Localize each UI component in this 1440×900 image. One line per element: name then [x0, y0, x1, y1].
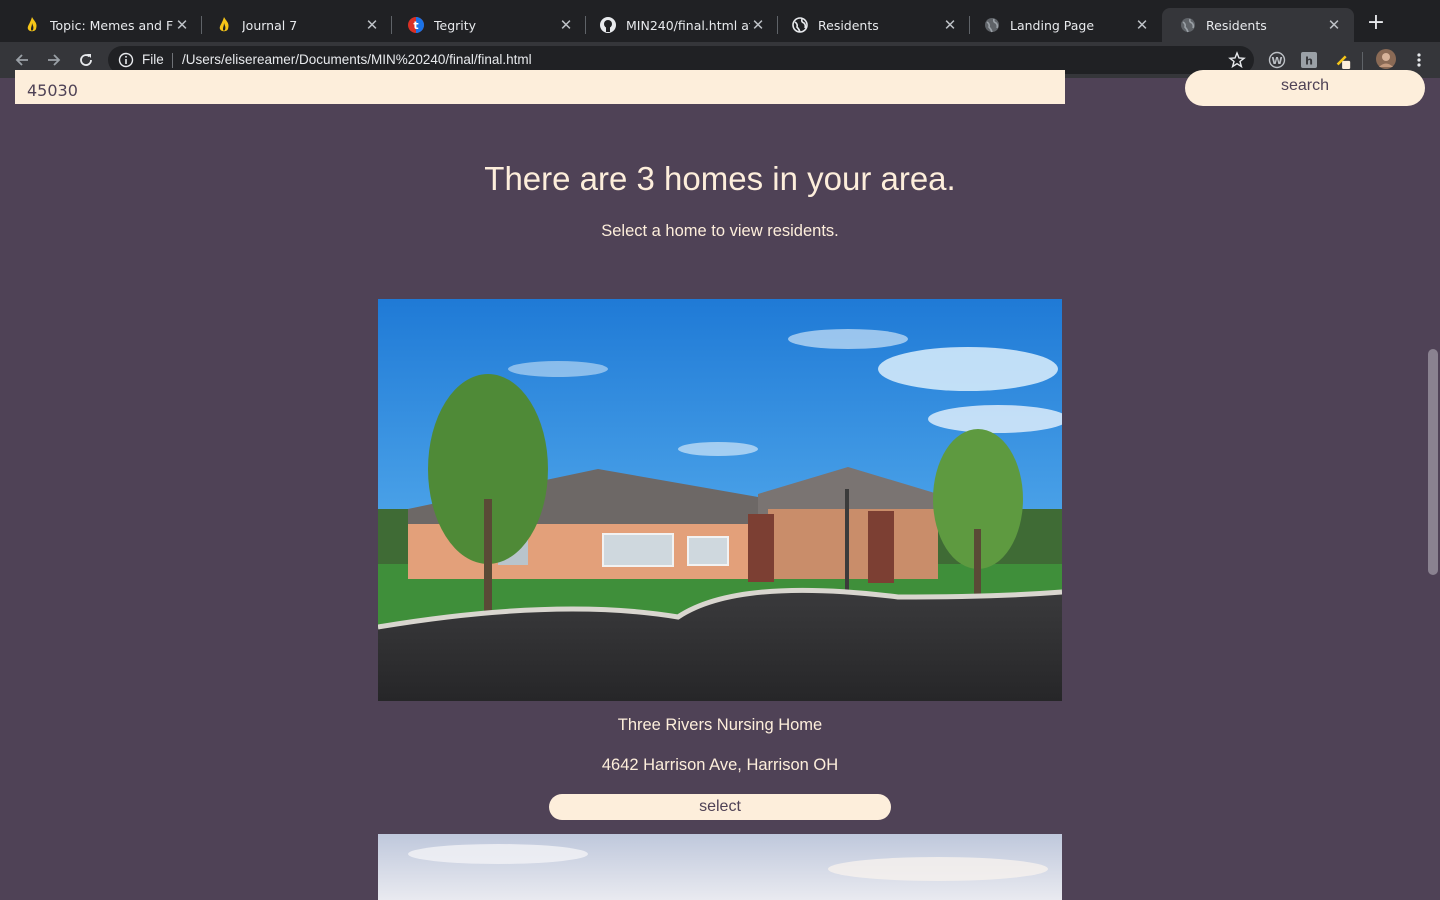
page-scrollbar-thumb[interactable] [1428, 349, 1438, 575]
close-tab-icon[interactable]: ✕ [942, 16, 958, 34]
browser-tab[interactable]: MIN240/final.html at m ✕ [582, 8, 778, 42]
svg-text:h: h [1305, 55, 1313, 68]
globe-icon [984, 17, 1000, 33]
close-tab-icon[interactable]: ✕ [174, 16, 190, 34]
browser-tab-active[interactable]: Residents ✕ [1162, 8, 1354, 42]
search-button[interactable]: search [1185, 70, 1425, 106]
zip-search-input[interactable] [15, 70, 1065, 104]
tab-title: Journal 7 [242, 17, 298, 33]
bookmark-star-icon[interactable] [1228, 51, 1246, 69]
close-tab-icon[interactable]: ✕ [558, 16, 574, 34]
results-subheading: Select a home to view residents. [601, 222, 839, 240]
browser-tab[interactable]: Topic: Memes and Flas ✕ [6, 8, 202, 42]
page-content: search There are 3 homes in your area. S… [0, 70, 1440, 900]
flame-icon [216, 17, 232, 33]
close-tab-icon[interactable]: ✕ [750, 16, 766, 34]
close-tab-icon[interactable]: ✕ [1326, 16, 1342, 34]
globe-icon [1180, 17, 1196, 33]
home-name: Three Rivers Nursing Home [617, 716, 823, 734]
svg-text:t: t [413, 19, 418, 32]
url-scheme-label: File [142, 52, 164, 67]
back-arrow-icon [15, 54, 28, 66]
back-button[interactable] [10, 48, 34, 72]
profile-avatar[interactable] [1376, 49, 1396, 69]
url-text[interactable]: /Users/elisereamer/Documents/MIN%20240/f… [182, 52, 532, 67]
new-tab-button[interactable]: + [1364, 12, 1388, 36]
home-photo [378, 834, 1062, 900]
pencil-extension-icon[interactable] [1334, 51, 1352, 69]
flame-icon [24, 17, 40, 33]
home-address: 4642 Harrison Ave, Harrison OH [601, 756, 839, 774]
browser-menu-icon[interactable] [1410, 51, 1428, 69]
tab-title: MIN240/final.html at m [626, 17, 750, 33]
browser-tab[interactable]: Residents ✕ [774, 8, 970, 42]
wordpress-extension-icon[interactable]: W [1268, 51, 1286, 69]
close-tab-icon[interactable]: ✕ [364, 16, 380, 34]
tab-title: Residents [818, 17, 879, 33]
github-icon [600, 17, 616, 33]
browser-tab[interactable]: Journal 7 ✕ [198, 8, 392, 42]
tab-title: Tegrity [434, 17, 477, 33]
tegrity-icon: t [408, 17, 424, 33]
reload-icon [80, 54, 92, 66]
browser-tab-strip: Topic: Memes and Flas ✕ Journal 7 ✕ t Te… [0, 0, 1440, 42]
svg-text:W: W [1271, 56, 1282, 67]
reload-button[interactable] [74, 48, 98, 72]
tab-title: Topic: Memes and Flas [50, 17, 174, 33]
omnibox-divider [172, 53, 173, 68]
results-heading: There are 3 homes in your area. [484, 160, 956, 197]
forward-button[interactable] [42, 48, 66, 72]
forward-arrow-icon [48, 54, 61, 66]
select-home-button[interactable]: select [549, 794, 891, 820]
browser-tab[interactable]: t Tegrity ✕ [390, 8, 586, 42]
home-photo [378, 299, 1062, 701]
globe-icon [792, 17, 808, 33]
translate-extension-icon[interactable]: h [1300, 51, 1318, 69]
close-tab-icon[interactable]: ✕ [1134, 16, 1150, 34]
info-icon[interactable] [118, 52, 134, 68]
browser-tab[interactable]: Landing Page ✕ [966, 8, 1162, 42]
toolbar-divider [1362, 52, 1363, 70]
tab-title: Landing Page [1010, 17, 1095, 33]
tab-title: Residents [1206, 17, 1267, 33]
